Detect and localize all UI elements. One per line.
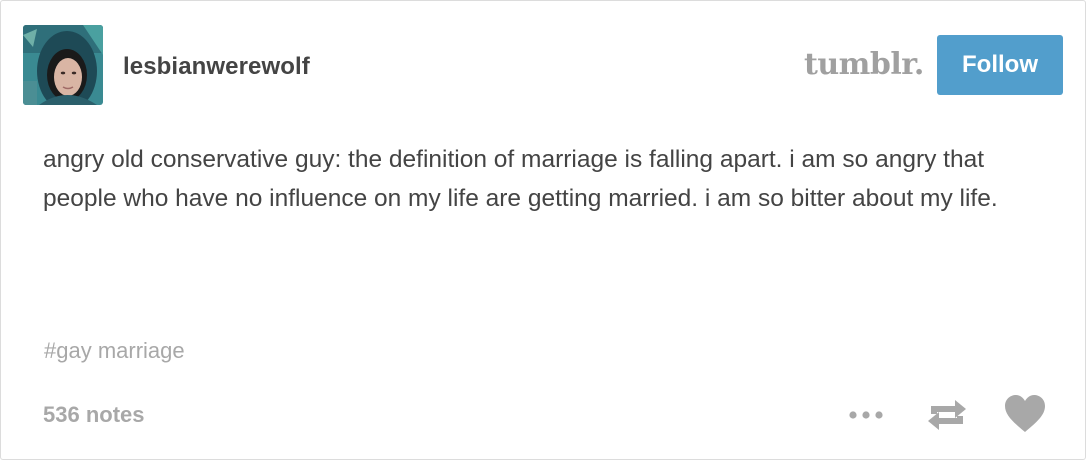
- reblog-icon: [928, 400, 966, 430]
- tag-link[interactable]: #gay marriage: [44, 338, 185, 364]
- like-button[interactable]: [999, 391, 1051, 437]
- follow-button[interactable]: Follow: [937, 35, 1063, 95]
- more-options-button[interactable]: [841, 396, 891, 434]
- tumblr-logo[interactable]: tumblr.: [804, 47, 924, 82]
- avatar-image: [23, 25, 103, 105]
- heart-icon: [1005, 395, 1045, 432]
- reblog-button[interactable]: [921, 393, 973, 437]
- post-body-text: angry old conservative guy: the definiti…: [43, 146, 998, 212]
- notes-count[interactable]: 536 notes: [43, 402, 145, 428]
- username-link[interactable]: lesbianwerewolf: [123, 53, 310, 81]
- tumblr-post: lesbianwerewolf tumblr. Follow angry old…: [0, 0, 1086, 460]
- avatar[interactable]: [23, 25, 103, 105]
- more-options-icon: [849, 411, 883, 419]
